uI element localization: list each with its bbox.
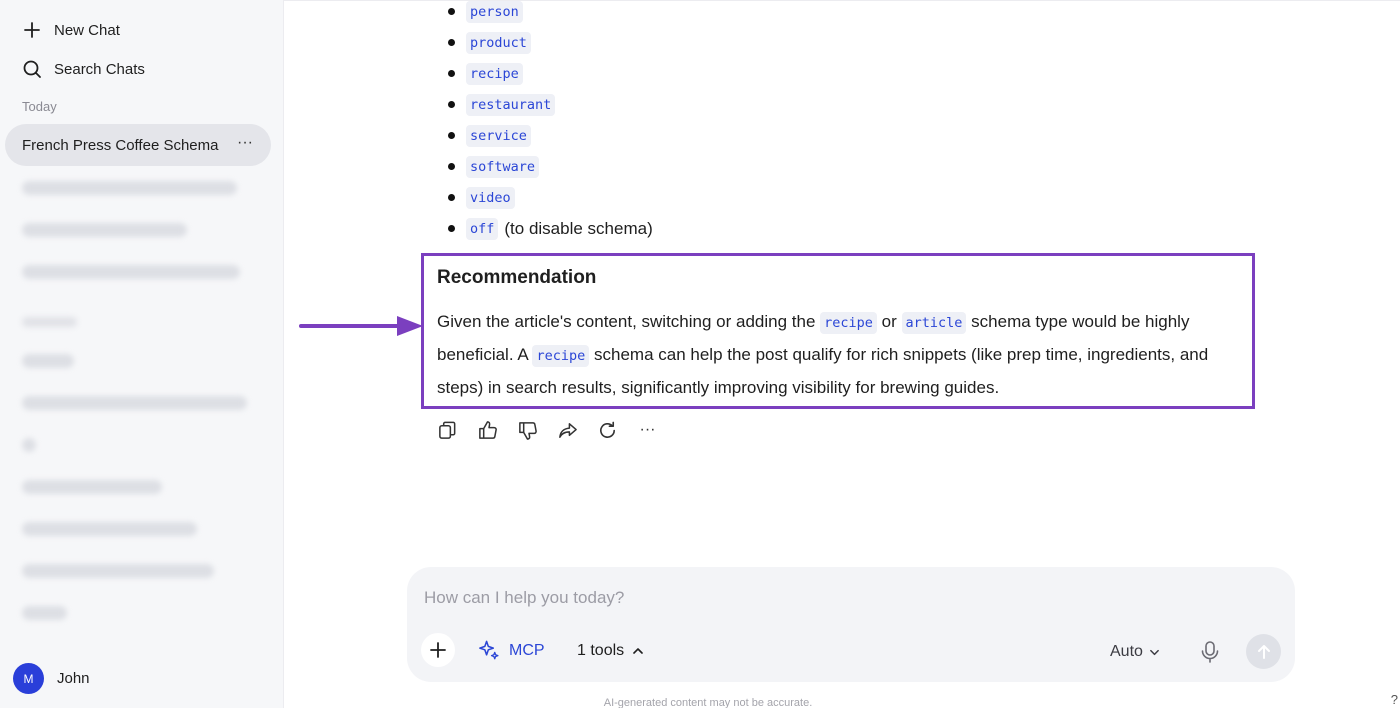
chat-item-blurred[interactable] <box>22 223 187 237</box>
search-icon <box>23 60 41 78</box>
more-icon: ··· <box>639 421 656 438</box>
message-input[interactable] <box>424 585 1124 611</box>
thumbs-up-button[interactable] <box>477 419 498 441</box>
inline-code: recipe <box>532 345 590 367</box>
send-button[interactable] <box>1246 634 1281 669</box>
mcp-button[interactable]: MCP <box>477 639 545 662</box>
section-label-blurred <box>22 317 77 327</box>
copy-button[interactable] <box>437 419 458 441</box>
chat-item-blurred[interactable] <box>22 354 74 368</box>
arrow-annotation-icon <box>299 316 423 336</box>
attach-button[interactable] <box>421 633 455 667</box>
inline-code: recipe <box>820 312 877 334</box>
regenerate-button[interactable] <box>597 419 618 441</box>
text-segment: Given the article's content, switching o… <box>437 312 816 331</box>
chat-item-blurred[interactable] <box>22 564 214 578</box>
list-item: restaurant <box>440 89 653 120</box>
list-item: software <box>440 151 653 182</box>
list-item: service <box>440 120 653 151</box>
model-select[interactable]: Auto <box>1110 643 1160 661</box>
chat-item-blurred[interactable] <box>22 181 237 195</box>
recommendation-highlight: Recommendation Given the article's conte… <box>421 253 1255 409</box>
chat-item-blurred[interactable] <box>22 265 240 279</box>
inline-code: product <box>466 31 531 54</box>
message-actions: ··· <box>437 419 658 441</box>
plus-icon <box>24 22 40 38</box>
new-chat-label: New Chat <box>54 21 120 39</box>
search-chats-label: Search Chats <box>54 60 145 78</box>
inline-code: restaurant <box>466 93 556 116</box>
tools-toggle[interactable]: 1 tools <box>577 642 644 660</box>
text-segment: or <box>881 312 897 331</box>
thumbs-down-icon <box>519 421 537 440</box>
microphone-icon <box>1201 641 1219 663</box>
inline-code: person <box>466 0 523 23</box>
list-item: video <box>440 182 653 213</box>
recommendation-heading: Recommendation <box>437 267 597 288</box>
thumbs-down-button[interactable] <box>517 419 538 441</box>
share-button[interactable] <box>557 419 578 441</box>
share-icon <box>559 422 577 438</box>
chat-item-active[interactable]: French Press Coffee Schema ··· <box>5 124 271 166</box>
user-profile[interactable]: M John <box>13 663 90 694</box>
inline-code: off <box>466 217 499 240</box>
section-label-today: Today <box>22 99 57 114</box>
avatar: M <box>13 663 44 694</box>
chat-item-blurred[interactable] <box>22 480 162 494</box>
disclaimer-text: AI-generated content may not be accurate… <box>603 697 813 708</box>
sparkle-icon <box>479 640 499 660</box>
inline-code: recipe <box>466 62 523 85</box>
help-button[interactable]: ? <box>1391 692 1398 707</box>
inline-code: article <box>901 312 967 334</box>
schema-type-list: person product recipe restaurant service… <box>440 0 653 244</box>
copy-icon <box>439 421 456 439</box>
chevron-up-icon <box>633 648 643 654</box>
model-label: Auto <box>1110 643 1143 660</box>
regenerate-icon <box>600 421 615 438</box>
chevron-down-icon <box>1150 649 1159 655</box>
message-composer: MCP 1 tools Auto <box>407 567 1295 682</box>
arrow-up-icon <box>1257 644 1270 659</box>
chat-item-blurred[interactable] <box>22 438 36 452</box>
chat-item-blurred[interactable] <box>22 522 197 536</box>
new-chat-button[interactable]: New Chat <box>22 20 120 40</box>
inline-code: video <box>466 186 515 209</box>
voice-input-button[interactable] <box>1199 640 1221 669</box>
sidebar: New Chat Search Chats Today French Press… <box>0 0 284 708</box>
mcp-label: MCP <box>509 641 545 659</box>
search-chats-button[interactable]: Search Chats <box>22 59 145 79</box>
list-item: product <box>440 27 653 58</box>
chat-item-title: French Press Coffee Schema <box>22 136 219 154</box>
more-options-icon[interactable]: ··· <box>237 134 253 152</box>
recommendation-text: Given the article's content, switching o… <box>437 306 1239 403</box>
plus-icon <box>430 642 446 658</box>
user-name: John <box>57 670 90 687</box>
thumbs-up-icon <box>479 420 497 439</box>
chat-item-blurred[interactable] <box>22 606 67 620</box>
inline-code: software <box>466 155 540 178</box>
list-item: off (to disable schema) <box>440 213 653 244</box>
inline-code: service <box>466 124 531 147</box>
more-actions-button[interactable]: ··· <box>637 419 658 441</box>
list-item-text: (to disable schema) <box>504 218 653 238</box>
chat-main: person product recipe restaurant service… <box>284 0 1400 708</box>
chat-item-blurred[interactable] <box>22 396 247 410</box>
list-item: recipe <box>440 58 653 89</box>
list-item: person <box>440 0 653 27</box>
tools-label: 1 tools <box>577 642 625 659</box>
